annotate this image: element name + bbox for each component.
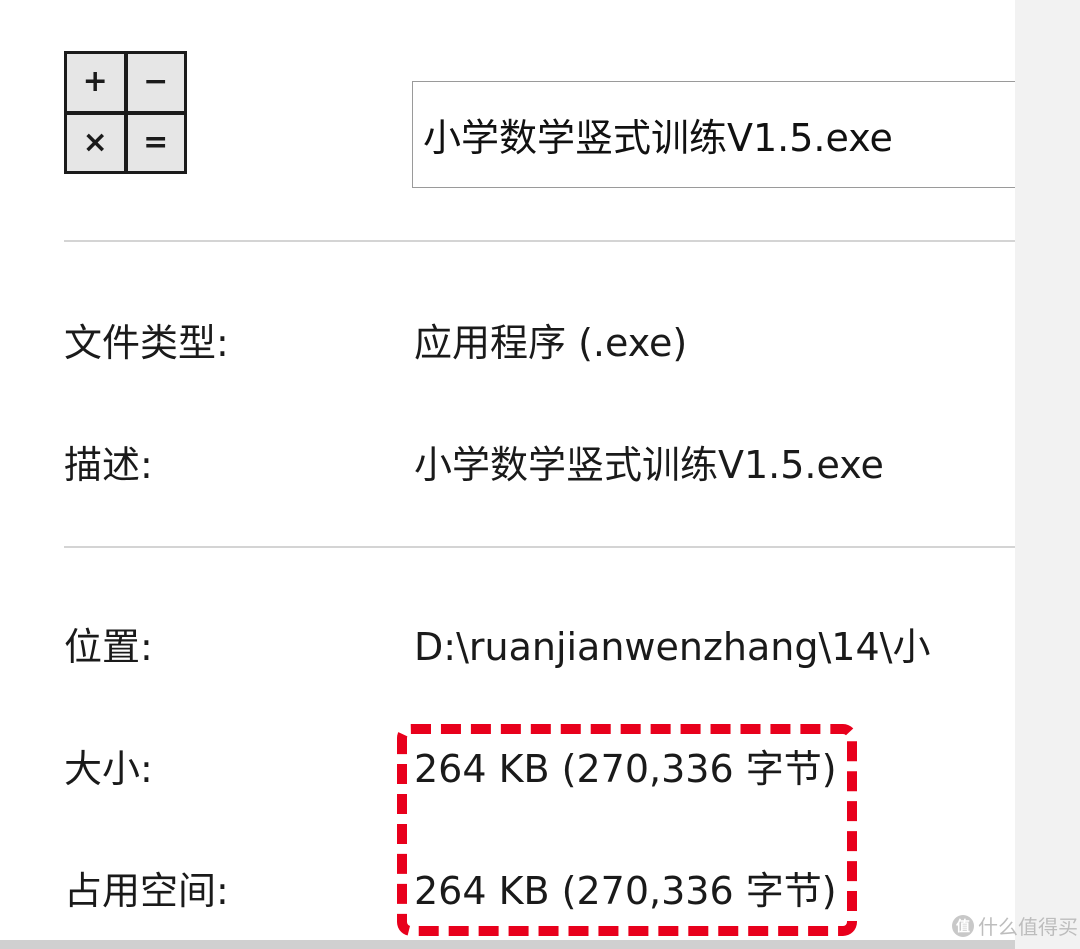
size-highlight-annotation — [397, 724, 857, 936]
file-type-value: 应用程序 (.exe) — [414, 321, 688, 365]
size-label: 大小: — [64, 747, 153, 791]
watermark: 值 什么值得买 — [952, 911, 1078, 940]
file-properties-panel: + − × = 小学数学竖式训练V1.5.exe 文件类型: 应用程序 (.ex… — [0, 0, 1015, 949]
file-type-label: 文件类型: — [64, 321, 229, 365]
window-edge — [1015, 0, 1080, 949]
multiply-symbol: × — [67, 114, 124, 171]
location-value[interactable]: D:\ruanjianwenzhang\14\小 — [414, 616, 930, 671]
description-value: 小学数学竖式训练V1.5.exe — [414, 443, 884, 487]
plus-symbol: + — [67, 54, 124, 111]
bottom-edge — [0, 940, 1015, 949]
equals-symbol: = — [127, 114, 184, 171]
file-name-field[interactable]: 小学数学竖式训练V1.5.exe — [412, 81, 1015, 188]
watermark-logo-icon: 值 — [952, 914, 974, 937]
minus-symbol: − — [127, 54, 184, 111]
divider — [64, 546, 1015, 548]
divider — [64, 240, 1015, 242]
description-label: 描述: — [64, 443, 153, 487]
watermark-text: 什么值得买 — [978, 915, 1078, 939]
size-on-disk-label: 占用空间: — [64, 869, 229, 913]
location-label: 位置: — [64, 625, 153, 669]
calculator-icon: + − × = — [64, 51, 187, 174]
